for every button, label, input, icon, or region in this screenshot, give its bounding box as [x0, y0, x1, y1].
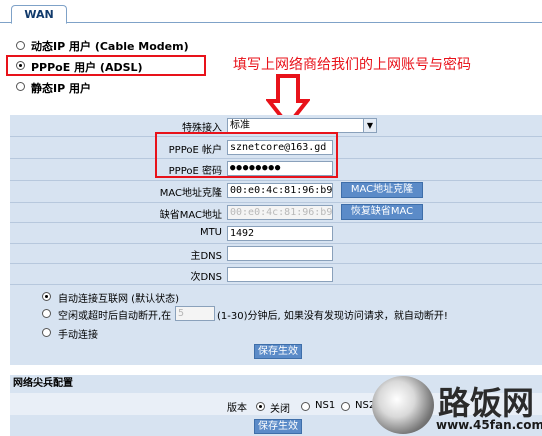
primary-dns-input[interactable]	[227, 246, 333, 261]
restore-default-mac-button[interactable]: 恢复缺省MAC	[341, 204, 423, 220]
pppoe-account-input[interactable]: sznetcore@163.gd	[227, 140, 333, 155]
tab-underline	[0, 22, 542, 23]
label-mac-clone: MAC地址克隆	[159, 188, 222, 199]
label-mtu: MTU	[199, 227, 222, 238]
label-dynamic-ip: 动态IP 用户 (Cable Modem)	[31, 40, 189, 53]
label-primary-dns: 主DNS	[190, 251, 222, 262]
radio-ns2[interactable]	[341, 402, 350, 411]
special-access-value: 标准	[230, 120, 250, 131]
special-access-select[interactable]: 标准 ▼	[227, 118, 377, 133]
mac-clone-input[interactable]: 00:e0:4c:81:96:b9	[227, 183, 333, 198]
idle-minutes-input[interactable]: 5	[175, 306, 215, 321]
label-version: 版本	[227, 403, 247, 414]
radio-auto-connect[interactable]	[42, 292, 51, 301]
radio-dynamic-ip[interactable]	[16, 41, 25, 50]
label-secondary-dns: 次DNS	[190, 272, 222, 283]
radio-pppoe[interactable]	[16, 61, 25, 70]
label-manual-connect: 手动连接	[58, 330, 98, 341]
default-mac-input: 00:e0:4c:81:96:b9	[227, 205, 333, 220]
network-save-button[interactable]: 保存生效	[254, 419, 302, 434]
radio-static-ip[interactable]	[16, 82, 25, 91]
annotation-text: 填写上网络商给我们的上网账号与密码	[233, 57, 471, 73]
mac-clone-button[interactable]: MAC地址克隆	[341, 182, 423, 198]
pppoe-password-input[interactable]: ●●●●●●●●	[227, 161, 333, 176]
chevron-down-icon: ▼	[363, 119, 376, 132]
label-ns-off: 关闭	[270, 404, 290, 415]
tab-wan[interactable]: WAN	[11, 5, 67, 24]
label-static-ip: 静态IP 用户	[31, 82, 91, 95]
save-button[interactable]: 保存生效	[254, 344, 302, 359]
mtu-input[interactable]: 1492	[227, 226, 333, 241]
watermark-logo-icon	[372, 376, 434, 434]
radio-manual-connect[interactable]	[42, 328, 51, 337]
label-default-mac: 缺省MAC地址	[159, 210, 222, 221]
label-idle-disconnect-suffix: (1-30)分钟后, 如果没有发现访问请求，就自动断开!	[217, 311, 448, 322]
label-auto-connect: 自动连接互联网 (默认状态)	[58, 294, 179, 305]
label-ns1: NS1	[315, 400, 336, 411]
radio-ns-off[interactable]	[256, 402, 265, 411]
radio-idle-disconnect[interactable]	[42, 309, 51, 318]
label-pppoe: PPPoE 用户 (ADSL)	[31, 61, 143, 74]
radio-ns1[interactable]	[301, 402, 310, 411]
secondary-dns-input[interactable]	[227, 267, 333, 282]
label-idle-disconnect: 空闲或超时后自动断开,在	[58, 311, 172, 322]
label-pppoe-account: PPPoE 帐户	[168, 145, 222, 156]
label-pppoe-password: PPPoE 密码	[168, 166, 222, 177]
watermark-url: www.45fan.com	[436, 418, 542, 432]
